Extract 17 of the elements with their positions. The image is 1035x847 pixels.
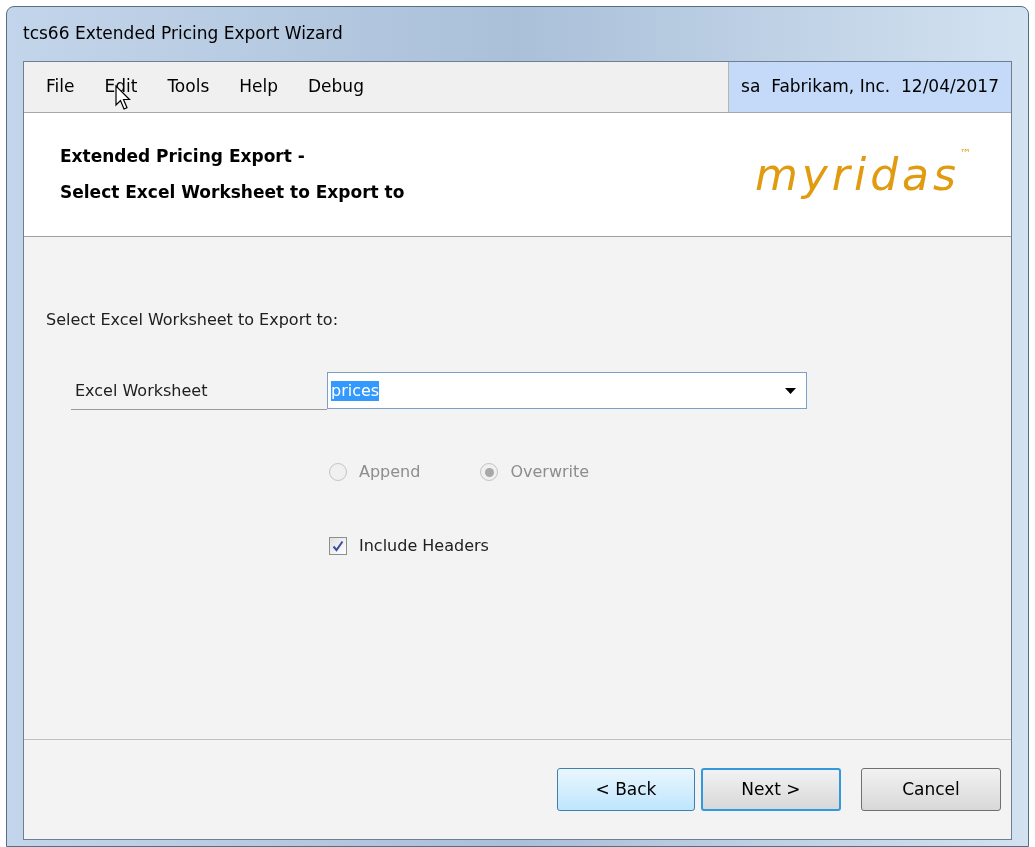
logo-text: myridas [754,147,960,202]
menu-item[interactable]: Help [239,74,279,100]
trademark-mark: ™ [960,145,971,162]
menu-item[interactable]: File [46,74,75,100]
prompt-text: Select Excel Worksheet to Export to: [46,309,339,331]
checkbox-label[interactable]: Include Headers [359,534,489,558]
menu-item[interactable]: Debug [308,74,364,100]
menu-item[interactable]: Tools [167,74,210,100]
wizard-button[interactable]: < Back [557,768,695,811]
wizard-button[interactable]: Cancel [861,768,1001,811]
header-title: Extended Pricing Export - [60,145,306,168]
window-title: tcs66 Extended Pricing Export Wizard [23,22,343,46]
checkbox[interactable] [329,537,347,555]
wizard-button[interactable]: Next > [701,768,841,811]
dropdown-arrow-icon [785,387,796,394]
header-title: Select Excel Worksheet to Export to [60,180,405,204]
session-info: sa Fabrikam, Inc. 12/04/2017 [728,62,1011,112]
